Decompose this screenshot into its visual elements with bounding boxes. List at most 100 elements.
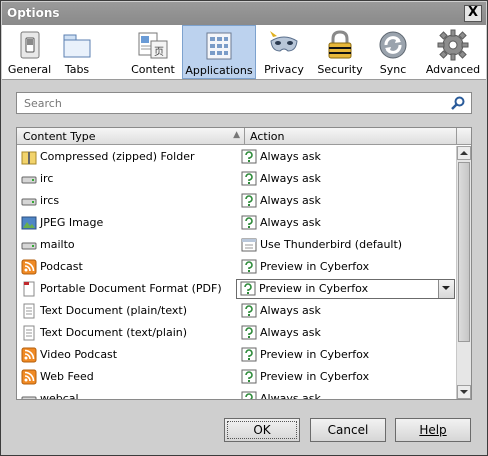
pane-label: Sync bbox=[379, 63, 407, 76]
content-type-label: webcal bbox=[40, 392, 79, 400]
action-cell: Preview in Cyberfox bbox=[241, 347, 455, 363]
search-input[interactable] bbox=[22, 95, 442, 111]
cancel-button[interactable]: Cancel bbox=[310, 418, 386, 442]
window-title: Options bbox=[7, 6, 60, 20]
text-document-icon bbox=[23, 325, 35, 341]
zip-folder-icon bbox=[21, 151, 37, 165]
column-header-content-type[interactable]: Content Type ▲ bbox=[17, 128, 245, 145]
action-label: Preview in Cyberfox bbox=[260, 260, 370, 273]
pdf-icon bbox=[23, 281, 35, 297]
action-label: Always ask bbox=[260, 150, 321, 163]
action-cell: Use Thunderbird (default) bbox=[241, 237, 455, 253]
image-icon bbox=[21, 216, 37, 230]
ask-icon bbox=[241, 303, 257, 318]
action-cell: Always ask bbox=[241, 303, 455, 319]
column-picker[interactable] bbox=[456, 128, 471, 145]
content-type-cell: irc bbox=[21, 171, 243, 187]
table-row[interactable]: Podcast Preview in Cyberfox bbox=[17, 256, 456, 278]
content-type-cell: ircs bbox=[21, 193, 243, 209]
pane-label: Security bbox=[317, 63, 363, 76]
sync-icon bbox=[379, 31, 407, 59]
table-row[interactable]: irc Always ask bbox=[17, 168, 456, 190]
action-cell: Preview in Cyberfox bbox=[236, 278, 455, 300]
options-dialog: Options X General Tabs 页 Content Applica… bbox=[0, 0, 488, 456]
pane-label: Content bbox=[131, 63, 175, 76]
table-row[interactable]: Web Feed Preview in Cyberfox bbox=[17, 366, 456, 388]
action-label: Preview in Cyberfox bbox=[260, 348, 370, 361]
table-row[interactable]: Portable Document Format (PDF) Preview in… bbox=[17, 278, 456, 300]
protocol-drive-icon bbox=[21, 176, 37, 184]
content-type-label: Podcast bbox=[40, 260, 83, 273]
arrow-down-icon bbox=[460, 390, 468, 394]
chevron-down-icon bbox=[442, 286, 450, 290]
table-row[interactable]: JPEG Image Always ask bbox=[17, 212, 456, 234]
pane-general[interactable]: General bbox=[2, 25, 57, 79]
ask-icon bbox=[241, 325, 257, 340]
content-type-label: ircs bbox=[40, 194, 60, 207]
column-header: Content Type ▲ Action bbox=[17, 128, 471, 145]
action-cell: Always ask bbox=[241, 193, 455, 209]
sort-ascending-icon: ▲ bbox=[233, 130, 240, 140]
table-row[interactable]: ircs Always ask bbox=[17, 190, 456, 212]
action-label: Use Thunderbird (default) bbox=[260, 238, 403, 251]
content-type-list[interactable]: Content Type ▲ Action Compressed (zipped… bbox=[16, 127, 472, 400]
pane-tabs[interactable]: Tabs bbox=[57, 25, 97, 79]
arrow-up-icon bbox=[460, 151, 468, 155]
content-type-cell: Text Document (text/plain) bbox=[21, 325, 243, 341]
content-type-label: Portable Document Format (PDF) bbox=[40, 282, 222, 295]
light-switch-icon bbox=[20, 31, 39, 59]
ask-icon bbox=[241, 193, 257, 208]
table-row[interactable]: Video Podcast Preview in Cyberfox bbox=[17, 344, 456, 366]
dropdown-button[interactable] bbox=[438, 280, 454, 298]
search-box[interactable] bbox=[16, 92, 472, 114]
table-row[interactable]: mailto Use Thunderbird (default) bbox=[17, 234, 456, 256]
padlock-icon bbox=[328, 30, 352, 59]
action-label: Always ask bbox=[260, 304, 321, 317]
table-row[interactable]: Text Document (plain/text) Always ask bbox=[17, 300, 456, 322]
search-icon[interactable] bbox=[450, 95, 466, 111]
action-label: Always ask bbox=[260, 172, 321, 185]
scroll-down-button[interactable] bbox=[457, 385, 471, 399]
content-type-label: irc bbox=[40, 172, 54, 185]
content-type-cell: webcal bbox=[21, 391, 243, 400]
column-header-action[interactable]: Action bbox=[246, 128, 456, 145]
scroll-up-button[interactable] bbox=[457, 146, 471, 160]
action-label: Preview in Cyberfox bbox=[259, 282, 369, 295]
content-type-label: Video Podcast bbox=[40, 348, 118, 361]
content-type-label: Text Document (plain/text) bbox=[40, 304, 188, 317]
help-button[interactable]: Help bbox=[395, 418, 471, 442]
ask-icon bbox=[241, 369, 257, 384]
pane-privacy[interactable]: Privacy bbox=[258, 25, 310, 79]
action-cell: Always ask bbox=[241, 391, 455, 400]
close-button[interactable]: X bbox=[464, 5, 482, 22]
app-window-icon bbox=[241, 238, 257, 252]
pane-advanced[interactable]: Advanced bbox=[423, 25, 483, 79]
action-label: Always ask bbox=[260, 392, 321, 400]
table-row[interactable]: Compressed (zipped) Folder Always ask bbox=[17, 146, 456, 168]
content-type-cell: Web Feed bbox=[21, 369, 243, 385]
vertical-scrollbar[interactable] bbox=[456, 146, 471, 399]
rss-feed-icon bbox=[21, 369, 37, 385]
scrollbar-thumb[interactable] bbox=[458, 162, 470, 342]
pane-sync[interactable]: Sync bbox=[368, 25, 418, 79]
title-bar[interactable]: Options X bbox=[2, 2, 486, 25]
pane-applications[interactable]: Applications bbox=[182, 25, 256, 79]
action-select[interactable]: Preview in Cyberfox bbox=[236, 279, 455, 299]
action-label: Always ask bbox=[260, 216, 321, 229]
action-cell: Always ask bbox=[241, 171, 455, 187]
content-type-label: Text Document (text/plain) bbox=[40, 326, 188, 339]
pane-label: General bbox=[7, 63, 52, 76]
table-row[interactable]: webcal Always ask bbox=[17, 388, 456, 400]
text-document-icon bbox=[23, 303, 35, 319]
applications-icon bbox=[206, 32, 232, 60]
table-row[interactable]: Text Document (text/plain) Always ask bbox=[17, 322, 456, 344]
pane-label: Tabs bbox=[64, 63, 90, 76]
content-type-label: Web Feed bbox=[40, 370, 94, 383]
pane-label: Applications bbox=[185, 64, 253, 77]
pane-security[interactable]: Security bbox=[313, 25, 367, 79]
pane-label: Advanced bbox=[425, 63, 481, 76]
content-type-label: Compressed (zipped) Folder bbox=[40, 150, 195, 163]
ok-button[interactable]: OK bbox=[224, 418, 300, 442]
ask-icon bbox=[241, 259, 257, 274]
pane-content[interactable]: 页 Content bbox=[127, 25, 179, 79]
